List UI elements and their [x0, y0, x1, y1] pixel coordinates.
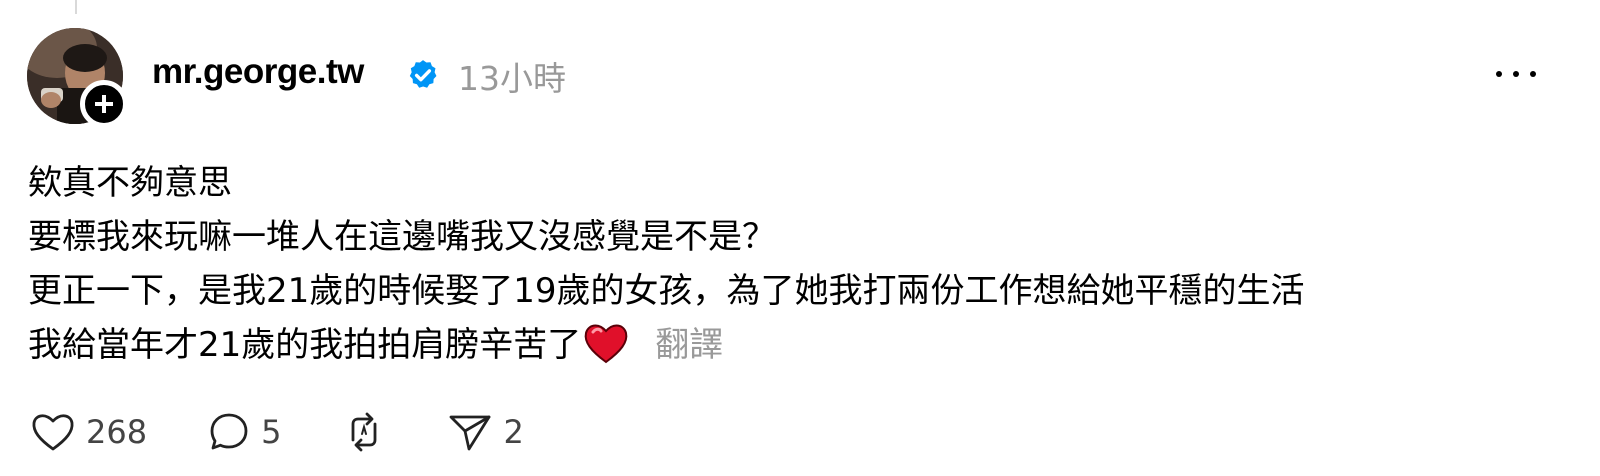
comment-count: 5: [261, 413, 282, 451]
repost-button[interactable]: [341, 410, 387, 454]
post-text: 欸真不夠意思 要標我來玩嘛一堆人在這邊嘴我又沒感覺是不是？ 更正一下，是我21歲…: [28, 156, 1578, 372]
more-horizontal-icon-dot-3: [1530, 71, 1536, 77]
post-timestamp[interactable]: 13小時: [458, 52, 566, 100]
post-line-1: 欸真不夠意思: [28, 163, 232, 203]
author-username[interactable]: mr.george.tw: [152, 52, 364, 92]
post-line-4-text: 我給當年才21歲的我拍拍肩膀辛苦了: [28, 325, 582, 365]
more-horizontal-icon-dot-2: [1513, 71, 1519, 77]
share-button[interactable]: 2: [447, 410, 524, 454]
speech-bubble-icon: [210, 413, 248, 450]
author-avatar-container[interactable]: [27, 28, 128, 128]
plus-icon: [95, 95, 113, 113]
comment-button[interactable]: 5: [207, 410, 281, 454]
translate-link[interactable]: 翻譯: [655, 325, 723, 365]
verified-badge-icon: [409, 60, 437, 88]
post-line-2: 要標我來玩嘛一堆人在這邊嘴我又沒感覺是不是？: [28, 217, 776, 257]
post-line-4: 我給當年才21歲的我拍拍肩膀辛苦了 翻譯: [28, 318, 1578, 372]
like-button[interactable]: 268: [30, 411, 147, 453]
more-options-button[interactable]: [1496, 60, 1536, 88]
thread-connector-line: [75, 0, 77, 14]
like-count: 268: [86, 413, 148, 451]
heart-outline-icon: [32, 414, 74, 451]
follow-button[interactable]: [80, 80, 128, 128]
heart-emoji-icon: [584, 324, 628, 364]
repost-icon: [352, 412, 377, 452]
post-line-3: 更正一下，是我21歲的時候娶了19歲的女孩，為了她我打兩份工作想給她平穩的生活: [28, 271, 1305, 311]
more-horizontal-icon-dot-1: [1496, 71, 1502, 77]
share-count: 2: [503, 413, 524, 451]
send-icon: [450, 415, 491, 451]
action-bar: 268 5 2: [30, 408, 584, 456]
